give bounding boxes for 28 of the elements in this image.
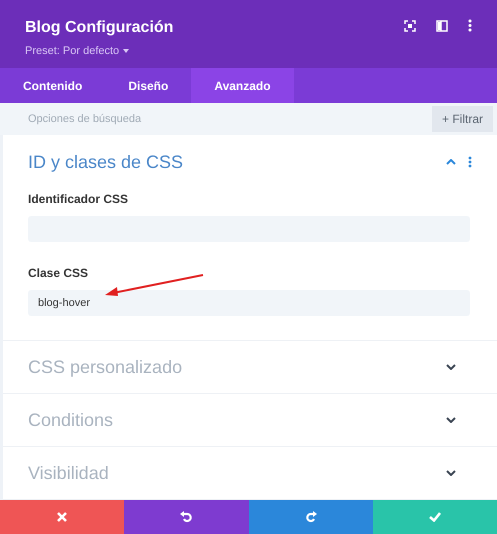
cancel-button[interactable] — [0, 500, 124, 534]
tab[interactable]: Contenido — [0, 68, 106, 103]
search-field[interactable]: Opciones de búsqueda — [0, 103, 432, 135]
fullscreen-icon[interactable] — [404, 20, 416, 32]
chevron-down-icon — [446, 470, 456, 476]
filter-button[interactable]: + Filtrar — [432, 103, 497, 135]
chevron-down-icon — [446, 417, 456, 423]
panel-title: Blog Configuración — [25, 18, 174, 38]
preset-dropdown[interactable]: Preset: Por defecto — [25, 43, 174, 60]
undo-icon — [180, 511, 192, 523]
field-label: Clase CSS — [28, 265, 90, 282]
chevron-down-icon — [446, 364, 456, 370]
redo-button[interactable] — [248, 500, 373, 534]
more-options-icon[interactable] — [468, 19, 472, 32]
close-icon — [57, 512, 68, 522]
check-icon — [428, 512, 441, 522]
chevron-up-icon — [446, 159, 456, 165]
sidebar-layout-icon[interactable] — [436, 20, 448, 32]
section-header[interactable]: ID y clases de CSS — [28, 148, 184, 176]
redo-icon — [304, 511, 317, 523]
tab[interactable]: Diseño — [105, 68, 192, 103]
caret-icon — [123, 49, 130, 54]
tab[interactable]: Avanzado — [191, 68, 294, 103]
more-options-icon[interactable] — [468, 156, 472, 168]
undo-button[interactable] — [124, 500, 248, 534]
save-button[interactable] — [372, 500, 497, 534]
field-label: Identificador CSS — [28, 191, 130, 208]
text-field[interactable]: blog-hover — [28, 290, 470, 316]
